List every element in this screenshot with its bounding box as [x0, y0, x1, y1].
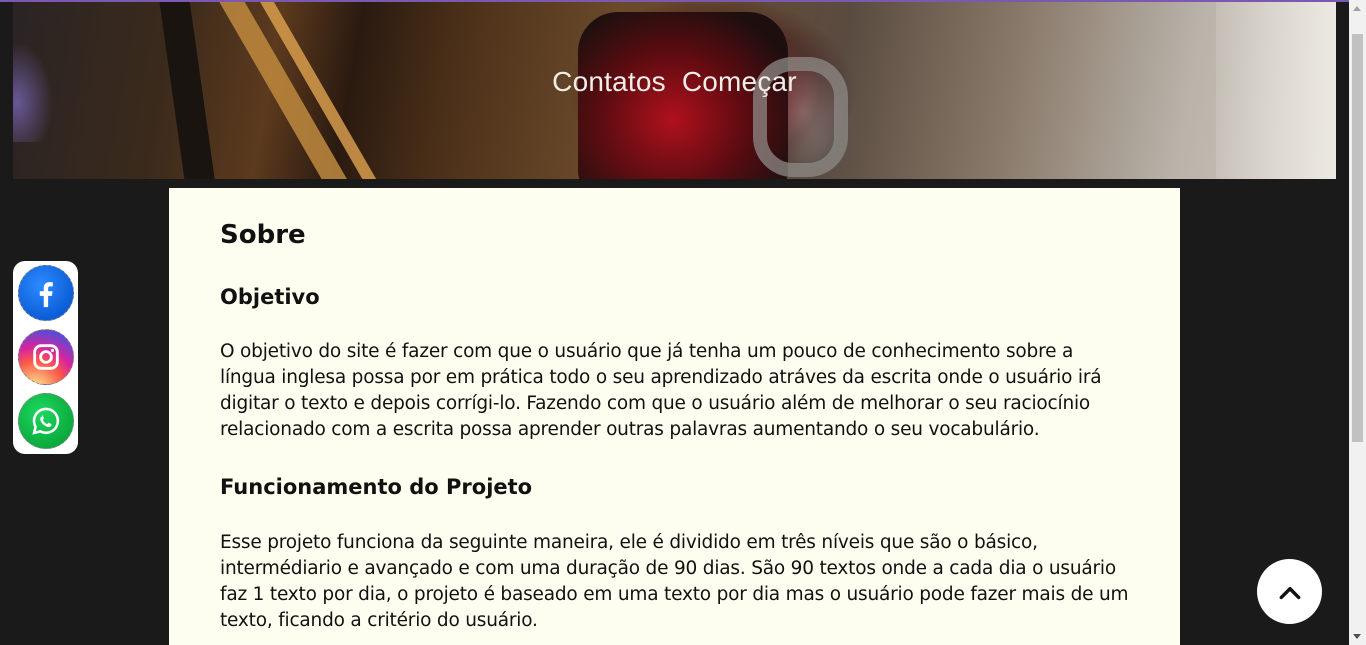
instagram-button[interactable] — [18, 329, 74, 385]
section-text-funcionamento: Esse projeto funciona da seguinte maneir… — [220, 532, 1129, 631]
scroll-down-arrow-icon[interactable] — [1353, 634, 1361, 639]
hero-banner: Contatos Começar — [13, 2, 1336, 179]
nav-link-contatos[interactable]: Contatos — [552, 66, 666, 97]
facebook-icon — [39, 282, 53, 308]
scrollbar-thumb[interactable] — [1352, 34, 1363, 442]
page-title: Sobre — [220, 220, 306, 250]
social-links-panel — [13, 261, 78, 454]
instagram-icon — [33, 344, 59, 370]
about-content: Sobre Objetivo O objetivo do site é faze… — [169, 188, 1180, 645]
section-heading-funcionamento: Funcionamento do Projeto — [220, 475, 533, 499]
whatsapp-icon — [32, 407, 60, 435]
vertical-scrollbar[interactable] — [1349, 0, 1366, 645]
whatsapp-button[interactable] — [18, 393, 74, 449]
main-nav: Contatos Começar — [13, 66, 1336, 98]
facebook-button[interactable] — [18, 265, 74, 321]
back-to-top-button[interactable] — [1257, 559, 1322, 624]
section-heading-objetivo: Objetivo — [220, 285, 320, 309]
nav-link-comecar[interactable]: Começar — [682, 66, 797, 97]
scroll-up-arrow-icon[interactable] — [1353, 6, 1361, 11]
chevron-up-icon — [1279, 586, 1300, 599]
section-text-objetivo: O objetivo do site é fazer com que o usu… — [220, 341, 1102, 440]
